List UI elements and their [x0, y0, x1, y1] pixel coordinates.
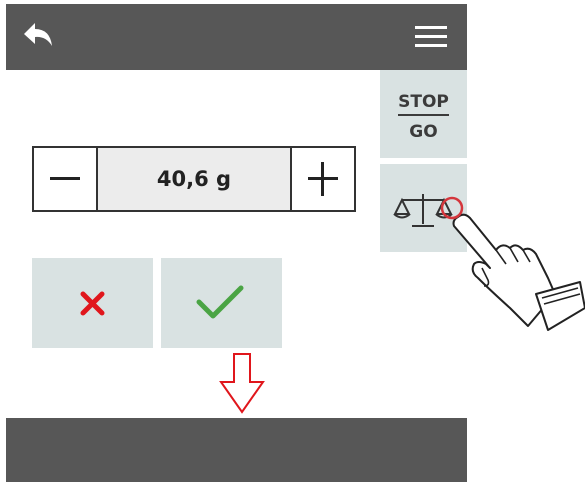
hamburger-menu-icon	[415, 26, 447, 47]
menu-button[interactable]	[413, 22, 449, 52]
bottom-bar	[6, 418, 467, 482]
checkmark-icon	[196, 285, 244, 319]
weight-stepper: 40,6 g	[32, 146, 356, 212]
stop-go-button[interactable]: STOP GO	[380, 70, 467, 158]
pointing-hand-icon	[440, 196, 585, 331]
cancel-button[interactable]	[32, 258, 153, 348]
top-bar	[6, 4, 467, 70]
stop-go-divider	[398, 114, 449, 116]
down-arrow-icon	[219, 353, 265, 414]
back-button[interactable]	[20, 20, 56, 54]
x-icon	[80, 291, 105, 316]
increase-button[interactable]	[290, 148, 354, 210]
confirm-button[interactable]	[161, 258, 282, 348]
stop-label: STOP	[398, 92, 449, 112]
decrease-button[interactable]	[34, 148, 98, 210]
back-arrow-icon	[24, 23, 52, 46]
weight-value: 40,6 g	[98, 148, 290, 210]
go-label: GO	[409, 122, 438, 142]
